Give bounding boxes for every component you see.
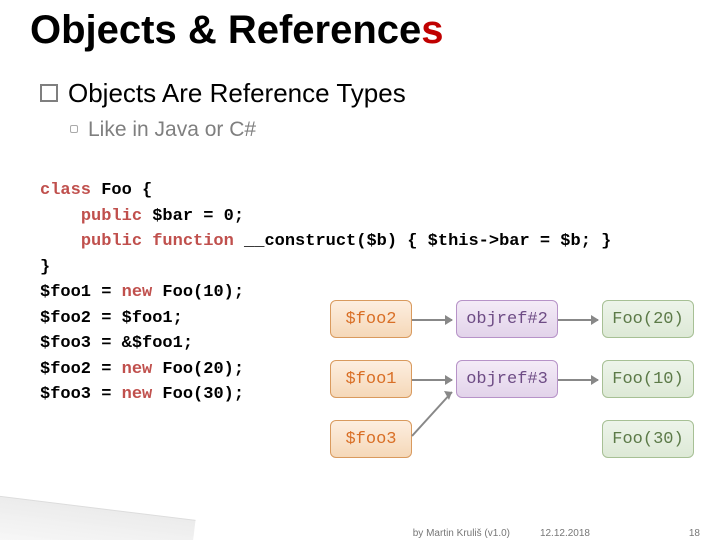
code-l7: $foo3 = &$foo1; bbox=[40, 334, 193, 353]
code-l8c: Foo(20); bbox=[152, 360, 244, 379]
obj-foo10: Foo(10) bbox=[602, 360, 694, 398]
kw-new3: new bbox=[122, 385, 153, 404]
slide-title: Objects & References bbox=[30, 8, 444, 53]
obj-foo30: Foo(30) bbox=[602, 420, 694, 458]
code-l3a bbox=[40, 232, 81, 251]
kw-public-function: public function bbox=[81, 232, 234, 251]
corner-decoration bbox=[0, 489, 196, 540]
bullet2-text: Like in Java or C# bbox=[88, 118, 256, 141]
footer-page-number: 18 bbox=[689, 528, 700, 539]
ref-2: objref#2 bbox=[456, 300, 558, 338]
bullet1-text: Objects Are Reference Types bbox=[68, 78, 406, 108]
kw-new2: new bbox=[122, 360, 153, 379]
code-l8a: $foo2 = bbox=[40, 360, 122, 379]
kw-new1: new bbox=[122, 283, 153, 302]
title-plain: Objects & Reference bbox=[30, 8, 421, 52]
bullet-square-icon bbox=[40, 84, 58, 102]
arrow-ref2-obj20 bbox=[558, 319, 598, 321]
code-l9c: Foo(30); bbox=[152, 385, 244, 404]
code-l2c: $bar = 0; bbox=[142, 207, 244, 226]
code-l5a: $foo1 = bbox=[40, 283, 122, 302]
obj-foo20: Foo(20) bbox=[602, 300, 694, 338]
arrow-ref3-obj10 bbox=[558, 379, 598, 381]
bullet-level1: Objects Are Reference Types bbox=[40, 78, 406, 109]
var-foo3: $foo3 bbox=[330, 420, 412, 458]
code-l5c: Foo(10); bbox=[152, 283, 244, 302]
kw-class: class bbox=[40, 181, 91, 200]
bullet-small-icon bbox=[70, 125, 78, 133]
code-l2a bbox=[40, 207, 81, 226]
kw-public1: public bbox=[81, 207, 142, 226]
code-l6: $foo2 = $foo1; bbox=[40, 309, 183, 328]
code-l3c: __construct($b) { $this->bar = $b; } bbox=[234, 232, 611, 251]
var-foo2: $foo2 bbox=[330, 300, 412, 338]
bullet-level2: Like in Java or C# bbox=[70, 118, 256, 142]
var-foo1: $foo1 bbox=[330, 360, 412, 398]
title-accent: s bbox=[421, 8, 443, 52]
code-l1b: Foo { bbox=[91, 181, 152, 200]
code-l4: } bbox=[40, 258, 50, 277]
ref-3: objref#3 bbox=[456, 360, 558, 398]
arrow-foo2-ref2 bbox=[412, 319, 452, 321]
footer-date: 12.12.2018 bbox=[540, 528, 590, 539]
arrow-foo3-ref3 bbox=[410, 370, 460, 450]
code-l9a: $foo3 = bbox=[40, 385, 122, 404]
footer-author: by Martin Kruliš (v1.0) bbox=[413, 528, 510, 539]
